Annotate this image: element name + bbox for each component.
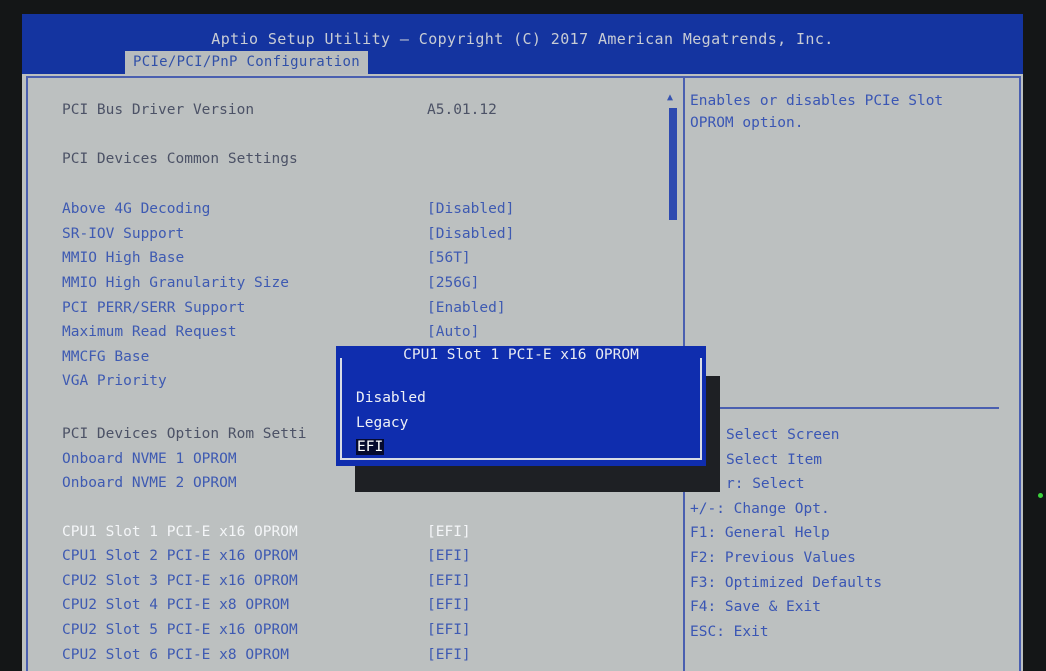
scroll-up-arrow-icon[interactable]: ▲	[667, 92, 673, 103]
setting-row-cpu2-slot-5-oprom[interactable]: CPU2 Slot 5 PCI-E x16 OPROM [EFI]	[62, 622, 471, 638]
setting-label: Above 4G Decoding	[62, 201, 211, 217]
setting-row-sr-iov-support[interactable]: SR-IOV Support [Disabled]	[62, 226, 514, 242]
setting-value[interactable]: [56T]	[427, 250, 471, 266]
scrollbar-thumb[interactable]	[669, 108, 677, 220]
help-divider	[683, 407, 999, 409]
setting-value[interactable]: [EFI]	[427, 647, 471, 663]
option-popup: CPU1 Slot 1 PCI-E x16 OPROM Disabled Leg…	[336, 346, 706, 466]
setting-label: CPU2 Slot 4 PCI-E x8 OPROM	[62, 597, 289, 613]
setting-value[interactable]: [EFI]	[427, 597, 471, 613]
key-hint: F2: Previous Values	[690, 549, 856, 566]
setting-value[interactable]: [Auto]	[427, 324, 479, 340]
setting-row-cpu2-slot-4-oprom[interactable]: CPU2 Slot 4 PCI-E x8 OPROM [EFI]	[62, 597, 471, 613]
section-heading-option-rom: PCI Devices Option Rom Setti	[62, 426, 306, 442]
setting-row-maximum-read-request[interactable]: Maximum Read Request [Auto]	[62, 324, 479, 340]
setting-value: A5.01.12	[427, 102, 497, 118]
setting-value[interactable]: [256G]	[427, 275, 479, 291]
setting-row-mmcfg-base[interactable]: MMCFG Base	[62, 349, 149, 365]
setting-row-cpu1-slot-1-oprom[interactable]: CPU1 Slot 1 PCI-E x16 OPROM [EFI]	[62, 524, 471, 540]
setting-value[interactable]: [EFI]	[427, 548, 471, 564]
setting-row-pci-perr-serr-support[interactable]: PCI PERR/SERR Support [Enabled]	[62, 300, 506, 316]
key-hint: F3: Optimized Defaults	[690, 574, 883, 591]
setting-row-onboard-nvme-1-oprom[interactable]: Onboard NVME 1 OPROM	[62, 451, 237, 467]
section-heading: PCI Devices Option Rom Setti	[62, 426, 307, 442]
setting-label: CPU2 Slot 3 PCI-E x16 OPROM	[62, 573, 298, 589]
setting-row-onboard-nvme-2-oprom[interactable]: Onboard NVME 2 OPROM	[62, 475, 237, 491]
setting-value[interactable]: [EFI]	[427, 573, 471, 589]
popup-option-efi-label: EFI	[356, 439, 385, 455]
setting-row-cpu2-slot-3-oprom[interactable]: CPU2 Slot 3 PCI-E x16 OPROM [EFI]	[62, 573, 471, 589]
popup-option-disabled[interactable]: Disabled	[356, 388, 426, 408]
setting-row-cpu1-slot-2-oprom[interactable]: CPU1 Slot 2 PCI-E x16 OPROM [EFI]	[62, 548, 471, 564]
popup-title-text: CPU1 Slot 1 PCI-E x16 OPROM	[397, 347, 645, 363]
setting-row-mmio-high-granularity-size[interactable]: MMIO High Granularity Size [256G]	[62, 275, 479, 291]
setting-label: CPU2 Slot 6 PCI-E x8 OPROM	[62, 647, 289, 663]
help-line: OPROM option.	[690, 115, 804, 131]
setting-label: PCI PERR/SERR Support	[62, 300, 246, 316]
setting-label: Maximum Read Request	[62, 324, 237, 340]
section-heading-common-settings: PCI Devices Common Settings	[62, 151, 298, 167]
setting-value[interactable]: [Disabled]	[427, 226, 514, 242]
setting-label: SR-IOV Support	[62, 226, 185, 242]
setting-value[interactable]: [EFI]	[427, 524, 471, 540]
setting-label: VGA Priority	[62, 373, 167, 389]
key-hint: ESC: Exit	[690, 623, 769, 640]
app-title: Aptio Setup Utility – Copyright (C) 2017…	[211, 30, 834, 48]
setting-label: Onboard NVME 2 OPROM	[62, 475, 237, 491]
popup-title: CPU1 Slot 1 PCI-E x16 OPROM	[336, 347, 706, 363]
key-hint: F4: Save & Exit	[690, 599, 821, 616]
setting-row-vga-priority[interactable]: VGA Priority	[62, 373, 167, 389]
setting-label: CPU1 Slot 2 PCI-E x16 OPROM	[62, 548, 298, 564]
setting-label: Onboard NVME 1 OPROM	[62, 451, 237, 467]
setting-label: PCI Bus Driver Version	[62, 102, 255, 118]
setting-label: CPU2 Slot 5 PCI-E x16 OPROM	[62, 622, 298, 638]
popup-frame	[340, 358, 702, 460]
setting-label: MMIO High Granularity Size	[62, 275, 289, 291]
setting-value[interactable]: [Enabled]	[427, 300, 506, 316]
setting-row-mmio-high-base[interactable]: MMIO High Base [56T]	[62, 250, 471, 266]
setting-label: CPU1 Slot 1 PCI-E x16 OPROM	[62, 524, 298, 540]
setting-label: MMIO High Base	[62, 250, 185, 266]
key-hint: F1: General Help	[690, 525, 830, 542]
tab-pcie-pci-pnp-configuration[interactable]: PCIe/PCI/PnP Configuration	[125, 51, 368, 74]
popup-option-efi[interactable]: EFI	[356, 437, 385, 457]
help-description: Enables or disables PCIe Slot OPROM opti…	[690, 90, 1000, 134]
title-bar: Aptio Setup Utility – Copyright (C) 2017…	[22, 14, 1023, 74]
setting-label: MMCFG Base	[62, 349, 150, 365]
setting-value[interactable]: [Disabled]	[427, 201, 514, 217]
help-line: Enables or disables PCIe Slot	[690, 93, 944, 109]
info-row-pci-bus-driver-version: PCI Bus Driver Version A5.01.12	[62, 102, 497, 118]
section-heading: PCI Devices Common Settings	[62, 151, 298, 167]
bios-screen: Aptio Setup Utility – Copyright (C) 2017…	[22, 14, 1023, 671]
setting-row-cpu2-slot-6-oprom[interactable]: CPU2 Slot 6 PCI-E x8 OPROM [EFI]	[62, 647, 471, 663]
setting-value[interactable]: [EFI]	[427, 622, 471, 638]
setting-row-above-4g-decoding[interactable]: Above 4G Decoding [Disabled]	[62, 201, 514, 217]
power-led-icon	[1038, 493, 1043, 498]
popup-option-legacy[interactable]: Legacy	[356, 413, 408, 433]
key-hint: +/-: Change Opt.	[690, 500, 830, 517]
